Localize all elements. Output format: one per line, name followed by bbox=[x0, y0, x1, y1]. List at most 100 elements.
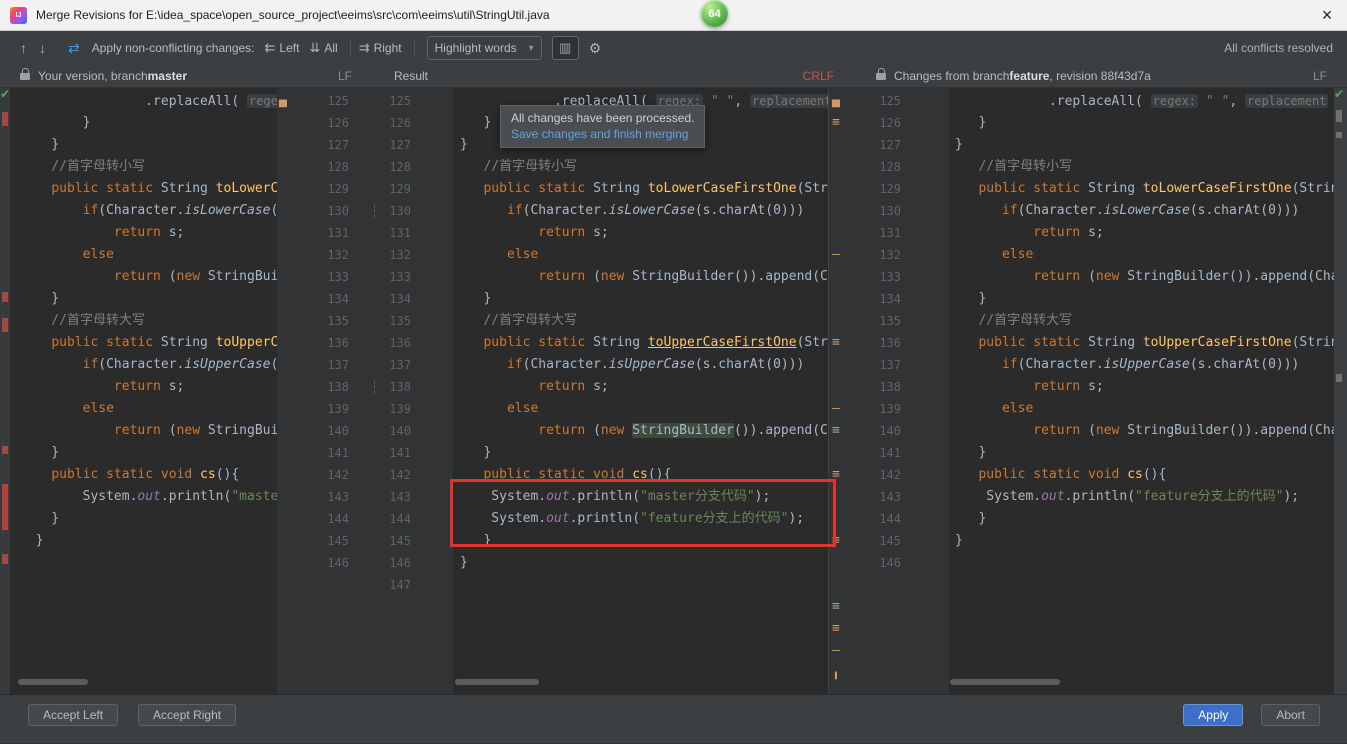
apply-button[interactable]: Apply bbox=[1183, 704, 1244, 726]
code-line: } bbox=[955, 511, 987, 526]
apply-change-marker[interactable]: ╻ bbox=[832, 662, 840, 684]
close-icon[interactable]: × bbox=[1307, 0, 1347, 30]
right-branch-name: feature bbox=[1009, 69, 1050, 83]
code-line: } bbox=[20, 533, 44, 548]
code-line: if(Character.isLowerCase(s.charAt(0))) bbox=[506, 203, 805, 218]
line-number-row: 136 136 bbox=[327, 336, 411, 350]
line-number: 140 bbox=[879, 424, 901, 438]
code-line: public static String toLowerCaseFirstOne… bbox=[978, 181, 1334, 196]
idea-logo-icon: IJ bbox=[10, 6, 27, 24]
apply-nonconflicting-label: Apply non-conflicting changes: bbox=[91, 41, 255, 55]
line-number: 139 bbox=[879, 402, 901, 416]
toolbar-separator bbox=[413, 39, 415, 57]
previous-change-icon[interactable]: ↑ bbox=[20, 40, 27, 56]
line-number: 130 bbox=[879, 204, 901, 218]
apply-change-marker[interactable]: — bbox=[832, 398, 840, 420]
code-line: public static String toUpperCaseFirstOne… bbox=[978, 335, 1334, 350]
stripe-mark[interactable] bbox=[2, 318, 8, 332]
change-marker-column: ▄ ≡ — ≡ — ≡ ≡ ≡ ≡ ≡ — ╻ bbox=[828, 88, 849, 694]
apply-change-marker[interactable]: ≡ bbox=[832, 464, 840, 486]
left-line-ending: LF bbox=[337, 69, 352, 83]
apply-change-marker[interactable]: ▄ bbox=[832, 90, 840, 112]
stripe-mark[interactable] bbox=[1336, 132, 1342, 138]
code-line: if(Character.isLowerCase(s.charAt(0))) bbox=[1001, 203, 1300, 218]
lock-icon bbox=[20, 67, 30, 80]
left-error-stripe[interactable]: ✔ bbox=[0, 87, 10, 694]
code-line: else bbox=[82, 401, 114, 416]
right-version-editor[interactable]: .replaceAll( regex: " ", replacement }} … bbox=[949, 88, 1334, 694]
stripe-mark[interactable] bbox=[2, 112, 8, 126]
right-h-scrollbar-thumb[interactable] bbox=[950, 679, 1060, 685]
code-line: return (new StringBuilder()).append(Char… bbox=[1033, 269, 1334, 284]
save-and-finish-link[interactable]: Save changes and finish merging bbox=[511, 127, 694, 141]
result-editor[interactable]: .replaceAll( regex: " ", replacement }} … bbox=[453, 88, 828, 694]
code-line: return s; bbox=[538, 379, 609, 394]
line-number-row: 140 140 bbox=[327, 424, 411, 438]
right-error-stripe[interactable]: ✔ bbox=[1334, 87, 1347, 694]
code-line: else bbox=[82, 247, 114, 262]
line-number-row: 131 131 bbox=[327, 226, 411, 240]
apply-change-marker[interactable]: ≡ bbox=[832, 618, 840, 640]
magic-resolve-toggle[interactable]: ▥ bbox=[551, 36, 579, 60]
apply-all-button[interactable]: All bbox=[324, 41, 337, 55]
all-applied-check-icon: ✔ bbox=[1334, 87, 1345, 101]
abort-button[interactable]: Abort bbox=[1261, 704, 1320, 726]
line-number-row: 133 133 bbox=[327, 270, 411, 284]
next-change-icon[interactable]: ↓ bbox=[39, 40, 46, 56]
apply-change-marker[interactable]: ≡ bbox=[832, 332, 840, 354]
stripe-mark[interactable] bbox=[1336, 110, 1342, 122]
apply-change-marker[interactable]: ≡ bbox=[832, 530, 840, 552]
apply-right-icon[interactable]: ⇉ bbox=[359, 40, 370, 56]
apply-all-icon[interactable]: ⇊ bbox=[309, 40, 320, 56]
code-line: if(Character.isUpperCase( bbox=[82, 357, 277, 372]
titlebar: IJ Merge Revisions for E:\idea_space\ope… bbox=[0, 0, 1347, 31]
code-line: } bbox=[955, 115, 987, 130]
highlight-mode-select[interactable]: Highlight words ▾ bbox=[426, 36, 542, 60]
accept-right-button[interactable]: Accept Right bbox=[138, 704, 237, 726]
code-line: } bbox=[955, 137, 963, 152]
merge-complete-tooltip: All changes have been processed. Save ch… bbox=[500, 105, 706, 148]
line-number: 135 bbox=[879, 314, 901, 328]
code-line: public static void cs(){ bbox=[51, 467, 240, 482]
change-block-marker[interactable]: ▄ bbox=[279, 90, 287, 112]
conflicts-status: All conflicts resolved bbox=[1224, 41, 1333, 55]
code-line: else bbox=[1001, 247, 1034, 262]
left-version-editor[interactable]: .replaceAll( regex: } } //首字母转小写 public … bbox=[10, 88, 277, 694]
code-line: } bbox=[20, 291, 60, 306]
stripe-mark[interactable] bbox=[2, 292, 8, 302]
right-line-number-gutter: 125 126 127 128 129 130 131 132 133 134 135 136 137 1… bbox=[849, 88, 949, 694]
code-line: //首字母转小写 bbox=[20, 159, 145, 174]
stripe-mark[interactable] bbox=[2, 484, 8, 530]
left-h-scrollbar-thumb[interactable] bbox=[18, 679, 88, 685]
apply-change-marker[interactable]: ≡ bbox=[832, 420, 840, 442]
code-line: System.out.println("feature分支上的代码"); bbox=[955, 489, 1300, 504]
line-number: 142 bbox=[879, 468, 901, 482]
code-line: } bbox=[460, 291, 492, 306]
settings-gear-icon[interactable]: ⚙ bbox=[589, 40, 602, 57]
line-number: 128 bbox=[879, 160, 901, 174]
right-header-text: Changes from branch bbox=[894, 69, 1010, 83]
code-line: return (new StringBuil bbox=[113, 269, 277, 284]
apply-right-button[interactable]: Right bbox=[374, 41, 402, 55]
code-line: } bbox=[460, 445, 492, 460]
line-number-row: 125 125 bbox=[327, 94, 411, 108]
apply-change-marker[interactable]: — bbox=[832, 640, 840, 662]
apply-all-nonconflicting-icon[interactable]: ⇄ bbox=[68, 40, 80, 57]
apply-left-button[interactable]: Left bbox=[279, 41, 299, 55]
stripe-mark[interactable] bbox=[2, 554, 8, 564]
apply-change-marker[interactable]: — bbox=[832, 244, 840, 266]
apply-left-icon[interactable]: ⇇ bbox=[265, 40, 276, 56]
accept-left-button[interactable]: Accept Left bbox=[28, 704, 119, 726]
line-number-row: 146 146 bbox=[327, 556, 411, 570]
apply-change-marker[interactable]: ≡ bbox=[832, 596, 840, 618]
stripe-mark[interactable] bbox=[1336, 374, 1342, 382]
apply-change-marker[interactable]: ≡ bbox=[832, 112, 840, 134]
center-h-scrollbar-thumb[interactable] bbox=[455, 679, 539, 685]
right-line-ending: LF bbox=[1312, 69, 1327, 83]
code-line: } bbox=[20, 115, 91, 130]
code-line: else bbox=[1001, 401, 1034, 416]
line-number: 127 bbox=[879, 138, 901, 152]
line-number: 143 bbox=[879, 490, 901, 504]
stripe-mark[interactable] bbox=[2, 446, 8, 454]
line-number-row: 144 144 bbox=[327, 512, 411, 526]
